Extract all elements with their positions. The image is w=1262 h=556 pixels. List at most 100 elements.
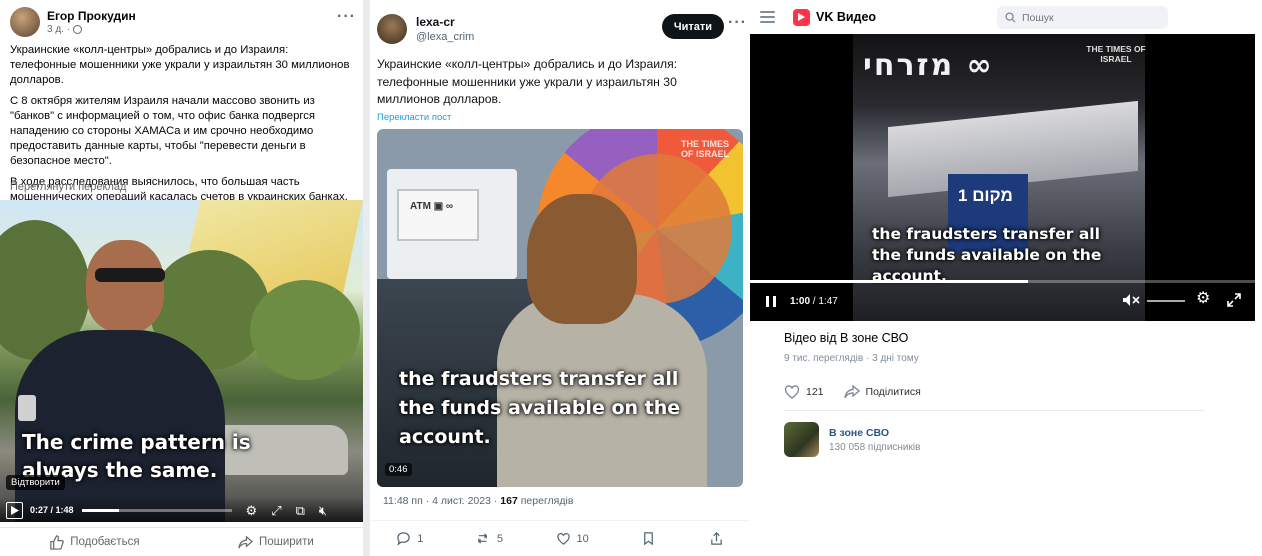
thumbs-up-icon: [50, 534, 64, 550]
poster-sign: 1 מקום: [958, 186, 1013, 205]
like-button[interactable]: Подобається: [49, 534, 140, 550]
repost-button[interactable]: 5: [476, 531, 503, 546]
see-translation-link[interactable]: Переглянути переклад: [10, 181, 126, 193]
reply-count: 1: [417, 532, 424, 545]
channel-avatar[interactable]: [784, 422, 819, 457]
bookmark-button[interactable]: [641, 531, 656, 546]
share-button[interactable]: [709, 531, 724, 546]
post-time[interactable]: 3 д.: [47, 24, 64, 35]
pause-button[interactable]: [766, 295, 776, 307]
fullscreen-icon[interactable]: [1227, 293, 1241, 307]
video-player[interactable]: The crime pattern is always the same. Ві…: [0, 200, 363, 522]
video-player[interactable]: מזרחי ∞ 1 מקום THE TIMES OF ISRAEL the f…: [750, 34, 1255, 321]
like-count: 121: [806, 385, 824, 398]
share-arrow-icon: [238, 535, 253, 548]
video-progress-fill: [81, 508, 120, 512]
video-progress-bar[interactable]: [750, 280, 1255, 283]
author-name[interactable]: lexa-cr: [416, 15, 474, 29]
picture-in-picture-icon[interactable]: ⧉: [296, 504, 305, 517]
vk-video-page: VK Видео מזרחי ∞ 1 מקום THE TIMES OF ISR…: [750, 0, 1262, 556]
post-paragraph: Украинские «колл-центры» добрались и до …: [10, 44, 350, 86]
video-time: 1:00 / 1:47: [790, 295, 838, 307]
post-header: Егор Прокудин 3 д. ·: [10, 7, 136, 37]
post-actions: 1 5 10: [370, 520, 750, 556]
play-icon: [10, 505, 19, 515]
settings-gear-icon[interactable]: ⚙: [1196, 291, 1210, 307]
video-stats: 9 тис. переглядів · 3 дні тому: [784, 353, 919, 364]
post-actions: Подобається Поширити: [0, 527, 363, 556]
times-of-israel-watermark: THE TIMES OF ISRAEL: [1086, 44, 1146, 64]
heart-icon: [784, 385, 800, 399]
video-frame-officer: [86, 240, 164, 332]
author-avatar[interactable]: [10, 7, 40, 37]
search-icon: [1005, 12, 1016, 23]
views-count: 167: [500, 495, 518, 507]
more-options-icon[interactable]: ···: [728, 14, 747, 32]
share-arrow-icon: [843, 384, 860, 399]
share-label: Поділитися: [865, 385, 921, 398]
translate-post-link[interactable]: Перекласти пост: [377, 112, 451, 123]
share-label: Поширити: [258, 536, 314, 548]
repost-count: 5: [496, 532, 503, 545]
facebook-post: Егор Прокудин 3 д. · ··· Украинские «кол…: [0, 0, 363, 556]
author-block: lexa-cr @lexa_crim: [416, 15, 474, 43]
share-button[interactable]: Поділитися: [843, 384, 921, 399]
views-count: 9 тис. переглядів: [784, 353, 864, 364]
video-subtitle: the fraudsters transfer all the funds av…: [399, 368, 681, 448]
search-input[interactable]: [1022, 11, 1152, 24]
views-label: переглядів: [517, 495, 574, 507]
reply-button[interactable]: 1: [396, 531, 423, 546]
hamburger-menu-icon[interactable]: [760, 8, 775, 26]
video-subtitle: the fraudsters transfer all the funds av…: [872, 225, 1102, 285]
share-button[interactable]: Поширити: [238, 535, 314, 550]
bookmark-icon: [644, 532, 654, 546]
share-upload-icon: [710, 532, 722, 545]
author-avatar[interactable]: [377, 14, 407, 44]
search-box[interactable]: [997, 6, 1168, 29]
more-options-icon[interactable]: ···: [337, 8, 356, 26]
settings-gear-icon[interactable]: ⚙: [246, 504, 258, 517]
channel-name[interactable]: В зоне СВО: [829, 427, 920, 439]
bank-sign: מזרחי ∞: [863, 48, 994, 83]
post-text: Украинские «колл-центры» добрались и до …: [377, 57, 678, 106]
video-actions: 121 Поділитися: [784, 384, 921, 399]
x-post: lexa-cr @lexa_crim Читати ··· Украинские…: [370, 0, 750, 556]
author-handle[interactable]: @lexa_crim: [416, 31, 474, 43]
divider: [784, 410, 1204, 411]
reply-bubble-icon: [397, 532, 410, 546]
channel-subscribers: 130 058 підписників: [829, 441, 921, 453]
channel-card[interactable]: В зоне СВО 130 058 підписників: [784, 422, 920, 457]
post-meta: 3 д. ·: [47, 24, 136, 35]
heart-icon: [556, 533, 570, 545]
vk-video-logo-icon[interactable]: [793, 8, 810, 26]
globe-icon: [73, 25, 83, 34]
fullscreen-icon[interactable]: ⤢: [271, 504, 281, 517]
post-paragraph: С 8 октября жителям Израиля начали массо…: [10, 95, 315, 167]
posted-date: 3 дні тому: [872, 353, 919, 364]
like-count: 10: [576, 532, 589, 545]
video-time: 0:27 / 1:48: [30, 505, 74, 515]
video-progress-bar[interactable]: [81, 508, 232, 512]
like-button[interactable]: 121: [784, 384, 824, 399]
video-duration: 0:46: [385, 463, 412, 476]
video-controls: 1:00 / 1:47 ⚙: [750, 288, 1255, 314]
post-timestamp[interactable]: 11:48 пп · 4 лист. 2023 ·: [383, 495, 500, 507]
brand-name[interactable]: VK Видео: [816, 10, 876, 24]
read-button[interactable]: Читати: [662, 14, 724, 39]
repost-icon: [477, 533, 488, 544]
author-block: Егор Прокудин 3 д. ·: [47, 9, 136, 35]
author-name[interactable]: Егор Прокудин: [47, 9, 136, 23]
video-player[interactable]: ATM ▣ ∞ THE TIMES OF ISRAEL the fraudste…: [377, 129, 743, 487]
top-bar: VK Видео: [750, 0, 1262, 34]
video-title: Відео від В зоне СВО: [784, 331, 909, 345]
like-label: Подобається: [70, 536, 140, 548]
play-button[interactable]: [6, 501, 23, 519]
post-meta: 11:48 пп · 4 лист. 2023 · 167 переглядів: [383, 495, 573, 507]
mute-icon[interactable]: 🔇︎: [319, 504, 327, 517]
volume-slider[interactable]: [1147, 300, 1185, 302]
muted-speaker-icon[interactable]: [1122, 293, 1140, 307]
play-tooltip: Відтворити: [6, 475, 65, 490]
times-of-israel-watermark: THE TIMES OF ISRAEL: [680, 139, 729, 159]
like-button[interactable]: 10: [556, 531, 589, 546]
video-progress-fill: [750, 280, 1028, 283]
